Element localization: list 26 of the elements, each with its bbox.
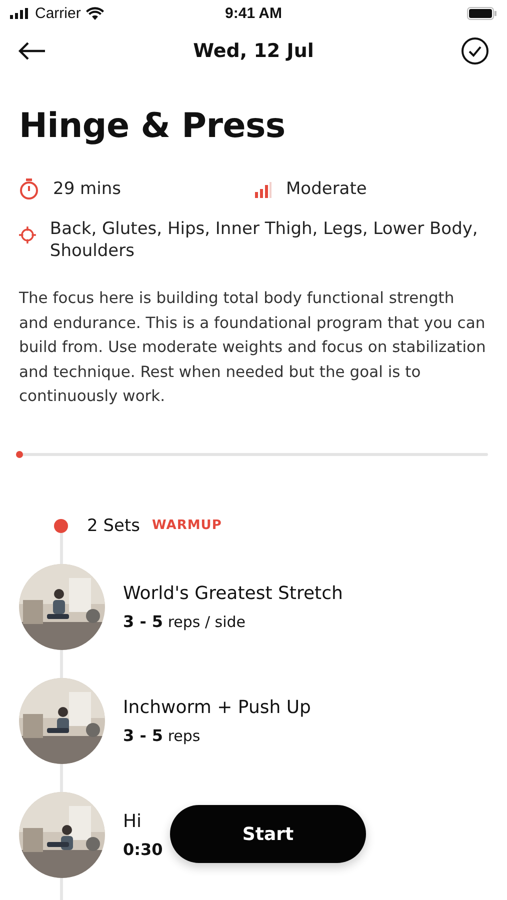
exercise-name: Inchworm + Push Up	[123, 696, 311, 718]
date-title: Wed, 12 Jul	[193, 40, 314, 62]
start-button[interactable]: Start	[170, 805, 366, 863]
signal-icon	[10, 8, 30, 18]
stopwatch-icon	[19, 178, 39, 200]
back-button[interactable]	[18, 41, 46, 61]
difficulty-text: Moderate	[286, 178, 367, 200]
section-tag: WARMUP	[152, 518, 222, 533]
carrier-name: Carrier	[35, 4, 81, 22]
wifi-icon	[86, 6, 104, 20]
exercise-detail: 3 - 5 reps	[123, 726, 200, 744]
timeline-dot	[54, 518, 68, 532]
workout-title: Hinge & Press	[19, 106, 286, 146]
complete-button[interactable]	[460, 37, 489, 65]
target-icon	[19, 224, 36, 246]
description-text: The focus here is building total body functional strength and endurance. This is a foundational program that you can build from. Use moderate weights and focus on stabilization and technique. Rest when needed but the goal is to continuously work.	[19, 288, 487, 407]
duration-text: 29 mins	[53, 178, 121, 200]
exercise-detail: 0:30	[123, 840, 163, 858]
focus-areas-text: Back, Glutes, Hips, Inner Thigh, Legs, Lower Body, Shoulders	[50, 218, 479, 262]
battery-icon	[467, 6, 497, 20]
exercise-name: Hi	[123, 810, 143, 832]
status-time: 9:41 AM	[225, 4, 282, 22]
sets-count: 2 Sets	[87, 516, 140, 536]
difficulty-bars-icon	[254, 180, 272, 200]
exercise-name: World's Greatest Stretch	[123, 582, 343, 604]
exercise-detail: 3 - 5 reps / side	[123, 612, 246, 630]
